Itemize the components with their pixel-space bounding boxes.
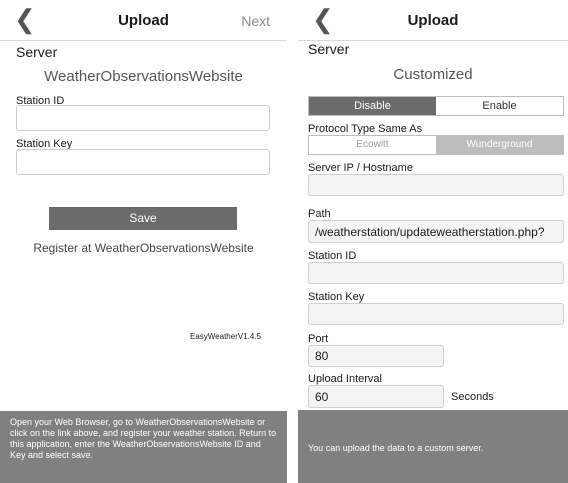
custom-server-note-panel: You can upload the data to a custom serv… <box>298 410 568 483</box>
upload-interval-label: Upload Interval <box>308 373 382 385</box>
wunderground-option[interactable]: Wunderground <box>436 136 563 154</box>
register-link[interactable]: Register at WeatherObservationsWebsite <box>0 241 287 255</box>
disable-option[interactable]: Disable <box>309 97 436 115</box>
port-input[interactable] <box>308 345 444 367</box>
port-label: Port <box>308 333 329 345</box>
right-upload-screen: ❮ Upload Server Customized Disable Enabl… <box>298 0 568 483</box>
server-hostname-input[interactable] <box>308 174 564 196</box>
left-upload-screen: ❮ Upload Next Server WeatherObservations… <box>0 0 287 483</box>
protocol-label: Protocol Type Same As <box>308 123 423 135</box>
interval-unit-label: Seconds <box>451 391 494 403</box>
station-key-input-custom[interactable] <box>308 303 564 325</box>
next-button[interactable]: Next <box>241 13 270 29</box>
version-label: EasyWeatherV1.4.5 <box>189 332 261 341</box>
save-button[interactable]: Save <box>49 207 237 230</box>
section-title-custom: Server <box>308 41 350 57</box>
instructions-text: Open your Web Browser, go to WeatherObse… <box>10 417 277 460</box>
station-key-input[interactable] <box>16 149 270 175</box>
path-label: Path <box>308 208 331 220</box>
station-key-label-custom: Station Key <box>308 291 365 303</box>
server-name: WeatherObservationsWebsite <box>44 68 243 85</box>
screen-divider <box>287 0 298 483</box>
section-title: Server <box>16 44 58 60</box>
ecowitt-option[interactable]: Ecowitt <box>309 136 436 154</box>
server-name-custom: Customized <box>393 66 473 83</box>
station-id-input[interactable] <box>16 105 270 131</box>
instructions-panel: Open your Web Browser, go to WeatherObse… <box>0 411 287 483</box>
protocol-selector: Ecowitt Wunderground <box>308 135 564 155</box>
navigation-bar-custom: ❮ Upload <box>298 0 568 41</box>
custom-server-note: You can upload the data to a custom serv… <box>308 443 484 453</box>
navigation-bar: ❮ Upload Next <box>0 0 287 41</box>
disable-enable-toggle: Disable Enable <box>308 96 564 116</box>
path-input[interactable] <box>308 220 564 243</box>
screen-title-custom: Upload <box>407 12 459 29</box>
station-id-label-custom: Station ID <box>308 250 357 262</box>
enable-option[interactable]: Enable <box>436 97 563 115</box>
server-hostname-label: Server IP / Hostname <box>308 162 413 174</box>
upload-interval-input[interactable] <box>308 385 444 408</box>
station-id-input-custom[interactable] <box>308 262 564 284</box>
